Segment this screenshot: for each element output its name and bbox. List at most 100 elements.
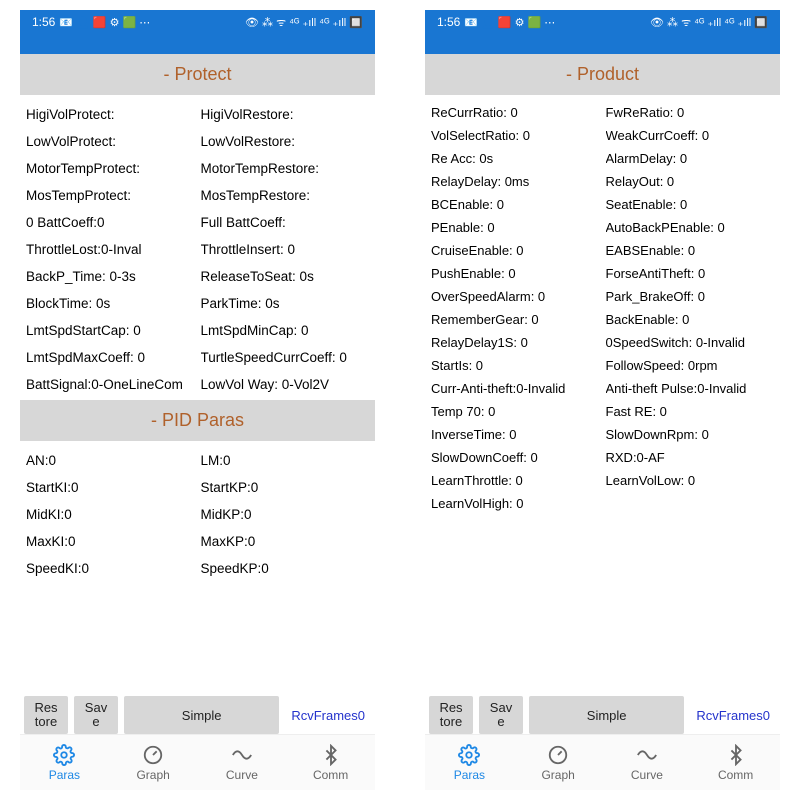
- param-cell[interactable]: ReleaseToSeat: 0s: [201, 263, 370, 290]
- param-cell[interactable]: CruiseEnable: 0: [431, 239, 600, 262]
- section-protect-header: - Protect: [20, 54, 375, 95]
- param-cell[interactable]: MaxKI:0: [26, 528, 195, 555]
- param-cell[interactable]: MotorTempProtect:: [26, 155, 195, 182]
- nav-graph[interactable]: Graph: [514, 735, 603, 790]
- app-header: [20, 34, 375, 54]
- phone-right: 1:56 📧 👤 🟥 ⚙ 🟩 ⋯ 👁 ⁂ ᯤ ⁴ᴳ ₊ıll ⁴ᴳ ₊ıll 🔲…: [425, 10, 780, 790]
- nav-comm[interactable]: Comm: [286, 735, 375, 790]
- param-cell[interactable]: [606, 492, 775, 515]
- rcv-frames: RcvFrames0: [285, 696, 371, 734]
- param-cell[interactable]: BackEnable: 0: [606, 308, 775, 331]
- param-cell[interactable]: RelayDelay: 0ms: [431, 170, 600, 193]
- wave-icon: [636, 744, 658, 766]
- param-cell[interactable]: LearnVolHigh: 0: [431, 492, 600, 515]
- restore-button[interactable]: Res tore: [429, 696, 473, 734]
- param-cell[interactable]: BlockTime: 0s: [26, 290, 195, 317]
- param-cell[interactable]: RelayDelay1S: 0: [431, 331, 600, 354]
- param-cell[interactable]: LmtSpdMinCap: 0: [201, 317, 370, 344]
- param-cell[interactable]: RememberGear: 0: [431, 308, 600, 331]
- save-button[interactable]: Sav e: [479, 696, 523, 734]
- param-cell[interactable]: LowVol Way: 0-Vol2V: [201, 371, 370, 398]
- param-cell[interactable]: Park_BrakeOff: 0: [606, 285, 775, 308]
- param-cell[interactable]: OverSpeedAlarm: 0: [431, 285, 600, 308]
- status-bar: 1:56 📧 👤 🟥 ⚙ 🟩 ⋯ 👁 ⁂ ᯤ ⁴ᴳ ₊ıll ⁴ᴳ ₊ıll 🔲: [425, 10, 780, 34]
- param-cell[interactable]: Fast RE: 0: [606, 400, 775, 423]
- param-cell[interactable]: Anti-theft Pulse:0-Invalid: [606, 377, 775, 400]
- param-cell[interactable]: RelayOut: 0: [606, 170, 775, 193]
- param-cell[interactable]: BattSignal:0-OneLineCom: [26, 371, 195, 398]
- param-cell[interactable]: SlowDownRpm: 0: [606, 423, 775, 446]
- param-cell[interactable]: Curr-Anti-theft:0-Invalid: [431, 377, 600, 400]
- param-cell[interactable]: HigiVolRestore:: [201, 101, 370, 128]
- param-cell[interactable]: StartKP:0: [201, 474, 370, 501]
- param-cell[interactable]: MosTempRestore:: [201, 182, 370, 209]
- restore-button[interactable]: Res tore: [24, 696, 68, 734]
- nav-paras[interactable]: Paras: [425, 735, 514, 790]
- status-time: 1:56: [32, 15, 55, 29]
- param-cell[interactable]: VolSelectRatio: 0: [431, 124, 600, 147]
- protect-grid: HigiVolProtect:HigiVolRestore:LowVolProt…: [20, 95, 375, 400]
- param-cell[interactable]: AN:0: [26, 447, 195, 474]
- param-cell[interactable]: ThrottleLost:0-Inval: [26, 236, 195, 263]
- param-cell[interactable]: Re Acc: 0s: [431, 147, 600, 170]
- rcv-frames: RcvFrames0: [690, 696, 776, 734]
- param-cell[interactable]: MidKP:0: [201, 501, 370, 528]
- param-cell[interactable]: AutoBackPEnable: 0: [606, 216, 775, 239]
- param-cell[interactable]: StartKI:0: [26, 474, 195, 501]
- param-cell[interactable]: SeatEnable: 0: [606, 193, 775, 216]
- param-cell[interactable]: InverseTime: 0: [431, 423, 600, 446]
- bluetooth-icon: [725, 744, 747, 766]
- simple-button[interactable]: Simple: [529, 696, 684, 734]
- param-cell[interactable]: FwReRatio: 0: [606, 101, 775, 124]
- gauge-icon: [142, 744, 164, 766]
- param-cell[interactable]: RXD:0-AF: [606, 446, 775, 469]
- param-cell[interactable]: PEnable: 0: [431, 216, 600, 239]
- param-cell[interactable]: FollowSpeed: 0rpm: [606, 354, 775, 377]
- param-cell[interactable]: SpeedKI:0: [26, 555, 195, 582]
- status-left-icons: 📧 👤 🟥 ⚙ 🟩 ⋯: [59, 16, 150, 29]
- param-cell[interactable]: 0 BattCoeff:0: [26, 209, 195, 236]
- nav-comm[interactable]: Comm: [691, 735, 780, 790]
- bottom-nav: Paras Graph Curve Comm: [20, 734, 375, 790]
- param-cell[interactable]: LM:0: [201, 447, 370, 474]
- param-cell[interactable]: ParkTime: 0s: [201, 290, 370, 317]
- content-left: - Protect HigiVolProtect:HigiVolRestore:…: [20, 54, 375, 692]
- param-cell[interactable]: ReCurrRatio: 0: [431, 101, 600, 124]
- app-header: [425, 34, 780, 54]
- save-button[interactable]: Sav e: [74, 696, 118, 734]
- param-cell[interactable]: LearnThrottle: 0: [431, 469, 600, 492]
- nav-curve[interactable]: Curve: [198, 735, 287, 790]
- param-cell[interactable]: LearnVolLow: 0: [606, 469, 775, 492]
- param-cell[interactable]: 0SpeedSwitch: 0-Invalid: [606, 331, 775, 354]
- param-cell[interactable]: AlarmDelay: 0: [606, 147, 775, 170]
- param-cell[interactable]: SlowDownCoeff: 0: [431, 446, 600, 469]
- param-cell[interactable]: HigiVolProtect:: [26, 101, 195, 128]
- param-cell[interactable]: Full BattCoeff:: [201, 209, 370, 236]
- simple-button[interactable]: Simple: [124, 696, 279, 734]
- param-cell[interactable]: LmtSpdMaxCoeff: 0: [26, 344, 195, 371]
- param-cell[interactable]: LowVolProtect:: [26, 128, 195, 155]
- param-cell[interactable]: MaxKP:0: [201, 528, 370, 555]
- status-right-icons: 👁 ⁂ ᯤ ⁴ᴳ ₊ıll ⁴ᴳ ₊ıll 🔲: [245, 15, 363, 30]
- param-cell[interactable]: StartIs: 0: [431, 354, 600, 377]
- param-cell[interactable]: BCEnable: 0: [431, 193, 600, 216]
- param-cell[interactable]: Temp 70: 0: [431, 400, 600, 423]
- nav-curve[interactable]: Curve: [603, 735, 692, 790]
- param-cell[interactable]: LmtSpdStartCap: 0: [26, 317, 195, 344]
- param-cell[interactable]: EABSEnable: 0: [606, 239, 775, 262]
- nav-paras[interactable]: Paras: [20, 735, 109, 790]
- bottom-nav: Paras Graph Curve Comm: [425, 734, 780, 790]
- param-cell[interactable]: WeakCurrCoeff: 0: [606, 124, 775, 147]
- param-cell[interactable]: TurtleSpeedCurrCoeff: 0: [201, 344, 370, 371]
- param-cell[interactable]: LowVolRestore:: [201, 128, 370, 155]
- param-cell[interactable]: BackP_Time: 0-3s: [26, 263, 195, 290]
- status-left-icons: 📧 👤 🟥 ⚙ 🟩 ⋯: [464, 16, 555, 29]
- param-cell[interactable]: MidKI:0: [26, 501, 195, 528]
- param-cell[interactable]: PushEnable: 0: [431, 262, 600, 285]
- param-cell[interactable]: ForseAntiTheft: 0: [606, 262, 775, 285]
- nav-graph[interactable]: Graph: [109, 735, 198, 790]
- param-cell[interactable]: SpeedKP:0: [201, 555, 370, 582]
- param-cell[interactable]: ThrottleInsert: 0: [201, 236, 370, 263]
- param-cell[interactable]: MotorTempRestore:: [201, 155, 370, 182]
- param-cell[interactable]: MosTempProtect:: [26, 182, 195, 209]
